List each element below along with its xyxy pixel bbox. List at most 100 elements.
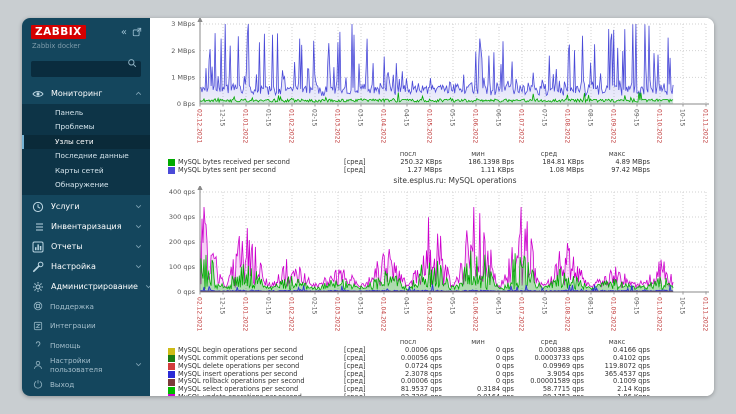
y-tick-label: 200 qps (169, 239, 196, 247)
user-menu: Поддержка Интеграции Помощь (22, 297, 150, 397)
sidebar-item-latest-data[interactable]: Последние данные (22, 149, 150, 164)
sidebar-item-signout[interactable]: Выход (22, 375, 150, 395)
legend-row: MySQL bytes sent per second[сред]1.27 MB… (168, 167, 714, 175)
x-tick-label: 02.12.2021 (196, 109, 203, 144)
sidebar-item-monitoring[interactable]: Мониторинг (22, 84, 150, 104)
chevron-down-icon (135, 263, 142, 270)
x-tick-label: 10-15 (679, 297, 686, 315)
x-tick-label: 01.11.2022 (702, 297, 709, 332)
popout-sidebar-icon[interactable] (132, 27, 142, 37)
y-tick-label: 100 qps (169, 264, 196, 272)
x-tick-label: 12-15 (219, 297, 226, 315)
x-tick-label: 10-15 (679, 109, 686, 127)
mysql-bandwidth-graph[interactable]: 0 Bps1 MBps2 MBps3 MBps02.12.202112-1501… (154, 18, 710, 147)
legend-aggregation: [сред] (336, 394, 374, 396)
series-color-swatch (168, 387, 175, 394)
legend-value: 1.27 MBps (374, 167, 442, 175)
y-tick-label: 0 Bps (177, 100, 196, 108)
sidebar-item-maps[interactable]: Карты сетей (22, 164, 150, 179)
sidebar-item-reports[interactable]: Отчеты (22, 237, 150, 257)
sidebar-item-support[interactable]: Поддержка (22, 297, 150, 317)
signout-icon (33, 379, 43, 389)
x-tick-label: 01.01.2022 (242, 109, 249, 144)
bandwidth-graph-block: 0 Bps1 MBps2 MBps3 MBps02.12.202112-1501… (154, 18, 714, 174)
monitoring-submenu: Панель Проблемы Узлы сети Последние данн… (22, 104, 150, 195)
x-tick-label: 06-15 (495, 109, 502, 127)
sidebar-item-label: Настройки пользователя (50, 356, 128, 374)
zabbix-logo[interactable]: ZABBIX (31, 25, 86, 39)
sidebar-item-user-settings[interactable]: Настройки пользователя (22, 355, 150, 375)
x-tick-label: 07-15 (541, 297, 548, 315)
legend-value: 1.86 Kqps (584, 394, 650, 396)
x-tick-label: 03-15 (357, 297, 364, 315)
legend-row: MySQL update operations per second [сред]… (168, 394, 714, 396)
sidebar-item-services[interactable]: Услуги (22, 197, 150, 217)
y-axis-arrow (197, 186, 202, 190)
support-icon (33, 301, 43, 311)
sidebar-item-help[interactable]: Помощь (22, 336, 150, 356)
search-box (31, 55, 141, 77)
legend-value: 88.1753 qps (514, 394, 584, 396)
x-tick-label: 05-15 (449, 109, 456, 127)
sidebar-item-administration[interactable]: Администрирование (22, 277, 150, 297)
series-color-swatch (168, 371, 175, 378)
x-tick-label: 01.05.2022 (426, 297, 433, 332)
legend-series-name: MySQL update operations per second (178, 394, 302, 396)
legend-value: 1.08 MBps (514, 167, 584, 175)
sidebar-item-label: Отчеты (51, 242, 128, 251)
sidebar-item-label: Помощь (50, 341, 142, 350)
x-tick-label: 08-15 (587, 297, 594, 315)
axes (200, 189, 709, 292)
x-tick-label: 01.03.2022 (334, 109, 341, 144)
sidebar-item-label: Услуги (51, 202, 128, 211)
chevron-down-icon (135, 203, 142, 210)
x-tick-label: 09-15 (633, 297, 640, 315)
chevron-down-icon (135, 243, 142, 250)
mysql-operations-graph[interactable]: 0 qps100 qps200 qps300 qps400 qps02.12.2… (154, 186, 710, 335)
x-tick-label: 07-15 (541, 109, 548, 127)
x-axis-labels: 02.12.202112-1501.01.202201-1501.02.2022… (196, 104, 709, 144)
sidebar-item-integrations[interactable]: Интеграции (22, 316, 150, 336)
x-tick-label: 01-15 (265, 109, 272, 127)
integrations-icon (33, 321, 43, 331)
operations-graph-legend: послминсредмаксMySQL begin operations pe… (154, 339, 714, 396)
zabbix-window: ZABBIX « Zabbix docker Мониторинг (22, 18, 714, 396)
series-color-swatch (168, 159, 175, 166)
sidebar-item-inventory[interactable]: Инвентаризация (22, 217, 150, 237)
search-icon[interactable] (127, 58, 137, 68)
x-tick-label: 01.10.2022 (656, 297, 663, 332)
series-color-swatch (168, 394, 175, 396)
graph-title: site.esplus.ru: MySQL operations (154, 176, 710, 185)
series-plots (200, 207, 673, 292)
series-color-swatch (168, 379, 175, 386)
x-tick-label: 01.08.2022 (564, 109, 571, 144)
sidebar-item-discovery[interactable]: Обнаружение (22, 178, 150, 193)
sidebar-item-configuration[interactable]: Настройка (22, 257, 150, 277)
operations-graph-block: site.esplus.ru: MySQL operations 0 qps 10… (154, 176, 714, 396)
sidebar-item-problems[interactable]: Проблемы (22, 120, 150, 135)
legend-value: 97.42 MBps (584, 167, 650, 175)
sidebar-item-label: Выход (50, 380, 142, 389)
legend-value: 82.7396 qps (374, 394, 442, 396)
x-tick-label: 01.04.2022 (380, 297, 387, 332)
x-tick-label: 01.05.2022 (426, 109, 433, 144)
x-tick-label: 01.06.2022 (472, 109, 479, 144)
x-tick-label: 01-15 (265, 297, 272, 315)
user-icon (33, 360, 43, 370)
sidebar-item-label: Настройка (51, 262, 128, 271)
sidebar-item-label: Инвентаризация (51, 222, 128, 231)
search-input[interactable] (31, 61, 141, 77)
x-tick-label: 03-15 (357, 109, 364, 127)
sidebar-item-dashboard[interactable]: Панель (22, 106, 150, 121)
collapse-sidebar-icon[interactable]: « (121, 28, 127, 37)
help-icon (33, 340, 43, 350)
y-tick-label: 0 qps (177, 289, 195, 297)
sidebar-item-hosts[interactable]: Узлы сети (22, 135, 150, 150)
y-tick-label: 1 MBps (171, 74, 195, 82)
x-tick-label: 01.04.2022 (380, 109, 387, 144)
legend-series-name: MySQL bytes sent per second (178, 167, 276, 175)
x-tick-label: 02-15 (311, 109, 318, 127)
x-tick-label: 02.12.2021 (196, 297, 203, 332)
x-tick-label: 01.09.2022 (610, 109, 617, 144)
x-tick-label: 01.02.2022 (288, 297, 295, 332)
